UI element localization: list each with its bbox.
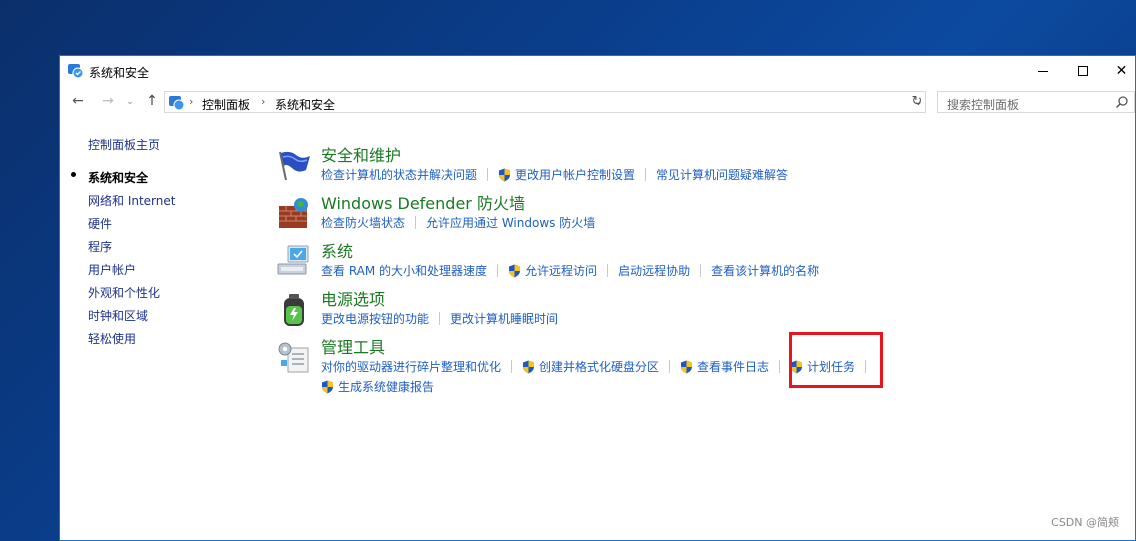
category-links: 更改电源按钮的功能 更改计算机睡眠时间 [321,310,558,327]
maximize-button[interactable] [1060,56,1106,86]
link-view-ram[interactable]: 查看 RAM 的大小和处理器速度 [321,262,487,279]
divider [497,264,499,277]
refresh-button[interactable]: ↻ [908,91,926,113]
uac-shield-icon [523,360,535,373]
sidebar-item-ease-of-access[interactable]: 轻松使用 [88,330,136,347]
flag-icon [279,151,310,181]
up-button[interactable]: ↑ [144,93,160,109]
category-title[interactable]: 管理工具 [321,334,385,358]
link-computer-name[interactable]: 查看该计算机的名称 [711,262,819,279]
uac-shield-icon [322,380,333,393]
firewall-icon [279,198,308,228]
control-panel-icon [169,96,185,111]
category-links: 检查防火墙状态 允许应用通过 Windows 防火墙 [321,214,595,231]
uac-shield-icon [509,264,521,277]
link-label: 更改电源按钮的功能 [321,312,430,326]
control-panel-window: 系统和安全 ✕ ← → ⌄ ↑ › 控制面板 › 系统和安全 ⌄ ↻ 搜索控制面… [59,55,1136,541]
chevron-right-icon[interactable]: › [261,95,265,108]
link-power-button[interactable]: 更改电源按钮的功能 [321,310,429,327]
sidebar-item-system-security[interactable]: 系统和安全 [88,169,148,186]
watermark: CSDN @简颊 [1051,516,1119,529]
category-title[interactable]: Windows Defender 防火墙 [321,190,525,214]
category-links: 检查计算机的状态并解决问题 更改用户帐户控制设置 常见计算机问题疑难解答 [321,166,788,183]
close-button[interactable]: ✕ [1106,56,1136,86]
divider [669,360,671,373]
maximize-icon [1078,66,1088,76]
link-troubleshoot[interactable]: 常见计算机问题疑难解答 [656,166,788,183]
link-label: 对你的驱动器进行碎片整理和优化 [321,360,502,374]
category-title[interactable]: 系统 [321,238,353,262]
link-label: 允许远程访问 [525,264,598,278]
category-links: 查看 RAM 的大小和处理器速度 允许远程访问 启动远程协助 查看该计算机的名称 [321,262,819,279]
close-icon: ✕ [1115,63,1128,79]
link-label: 查看该计算机的名称 [711,264,820,278]
link-uac-settings[interactable]: 更改用户帐户控制设置 [498,166,635,183]
sidebar-item-hardware[interactable]: 硬件 [88,215,112,232]
search-input[interactable]: 搜索控制面板 [937,91,1135,113]
link-allow-remote[interactable]: 允许远程访问 [508,262,597,279]
divider [700,264,702,277]
search-placeholder: 搜索控制面板 [947,98,1020,112]
link-health-report[interactable]: 生成系统健康报告 [321,378,434,395]
link-label: 检查防火墙状态 [321,216,406,230]
link-firewall-status[interactable]: 检查防火墙状态 [321,214,405,231]
link-label: 允许应用通过 Windows 防火墙 [426,216,596,230]
breadcrumb-system-security[interactable]: 系统和安全 [275,96,335,113]
divider [607,264,609,277]
uac-shield-icon [499,168,511,181]
divider [439,312,441,325]
link-label: 常见计算机问题疑难解答 [656,168,789,182]
link-label: 更改用户帐户控制设置 [515,168,636,182]
link-label: 查看事件日志 [697,360,770,374]
highlight-box [789,332,883,388]
control-panel-icon [68,64,84,79]
sidebar-item-network[interactable]: 网络和 Internet [88,192,175,209]
category-links-row-2: 生成系统健康报告 [321,378,434,395]
sidebar-item-clock-region[interactable]: 时钟和区域 [88,307,148,324]
recent-locations-button[interactable]: ⌄ [122,94,138,110]
category-title[interactable]: 电源选项 [321,286,385,310]
current-page-bullet [71,172,76,177]
divider [511,360,513,373]
sidebar-item-home[interactable]: 控制面板主页 [88,136,160,153]
link-sleep-time[interactable]: 更改计算机睡眠时间 [450,310,558,327]
link-label: 更改计算机睡眠时间 [450,312,559,326]
link-allow-app[interactable]: 允许应用通过 Windows 防火墙 [426,214,595,231]
link-label: 创建并格式化硬盘分区 [539,360,660,374]
link-event-log[interactable]: 查看事件日志 [680,358,769,375]
divider [415,216,417,229]
category-title[interactable]: 安全和维护 [321,142,401,166]
back-button[interactable]: ← [70,93,86,109]
uac-shield-icon [681,360,693,373]
navigation-bar: ← → ⌄ ↑ › 控制面板 › 系统和安全 ⌄ ↻ 搜索控制面板 [60,89,1135,115]
sidebar-item-programs[interactable]: 程序 [88,238,112,255]
window-title: 系统和安全 [89,66,150,80]
link-label: 生成系统健康报告 [338,380,435,394]
divider [487,168,489,181]
computer-icon [277,245,309,275]
forward-button[interactable]: → [100,93,116,109]
sidebar-item-user-accounts[interactable]: 用户帐户 [88,261,136,278]
link-disk-partitions[interactable]: 创建并格式化硬盘分区 [522,358,659,375]
search-icon[interactable] [1115,95,1129,109]
address-bar[interactable]: › 控制面板 › 系统和安全 ⌄ [164,91,926,113]
link-defragment[interactable]: 对你的驱动器进行碎片整理和优化 [321,358,501,375]
link-label: 启动远程协助 [618,264,691,278]
title-bar: 系统和安全 ✕ [60,56,1135,86]
sidebar-item-appearance[interactable]: 外观和个性化 [88,284,160,301]
breadcrumb-control-panel[interactable]: 控制面板 [202,96,250,113]
divider [779,360,781,373]
link-label: 检查计算机的状态并解决问题 [321,168,478,182]
battery-icon [284,294,304,326]
divider [645,168,647,181]
admin-tools-icon [278,342,309,373]
link-label: 查看 RAM 的大小和处理器速度 [321,264,488,278]
link-check-status[interactable]: 检查计算机的状态并解决问题 [321,166,477,183]
chevron-right-icon[interactable]: › [189,95,193,108]
minimize-icon [1038,70,1048,72]
link-remote-assist[interactable]: 启动远程协助 [618,262,690,279]
